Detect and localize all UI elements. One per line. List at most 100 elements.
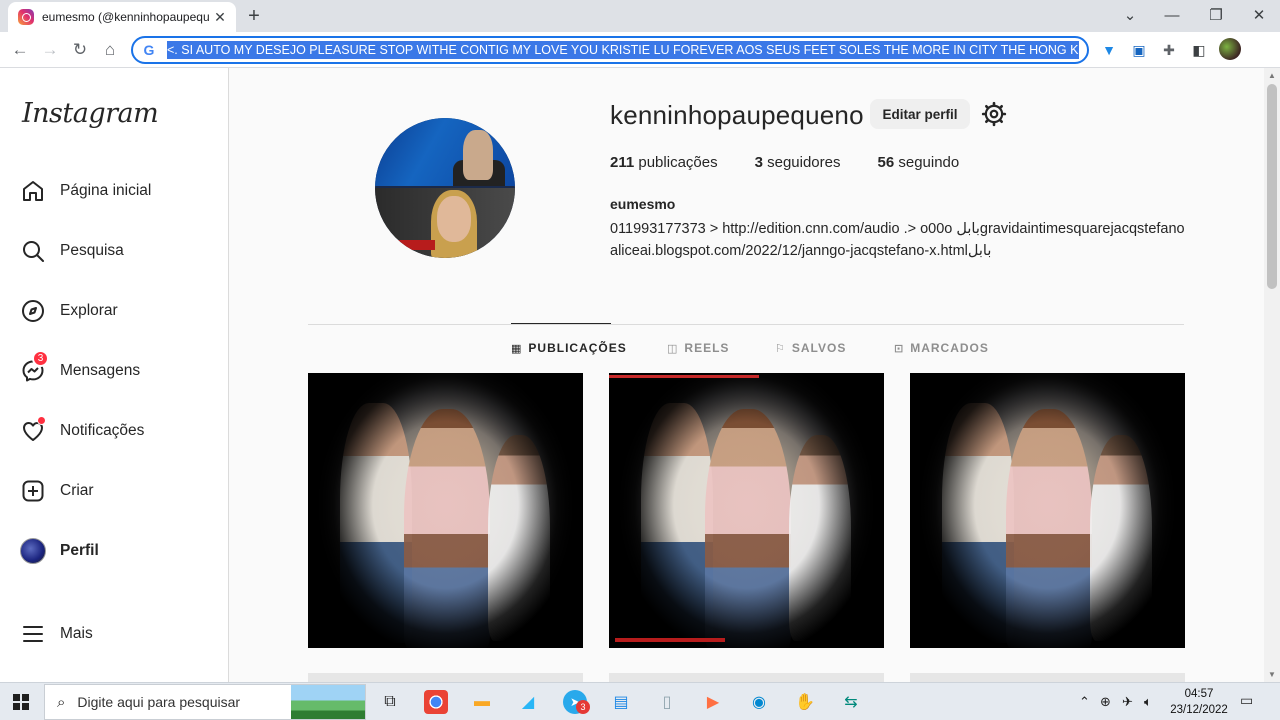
sidebar-item-label: Explorar — [60, 302, 118, 319]
plus-square-icon — [20, 478, 46, 504]
post-thumbnail[interactable] — [609, 673, 884, 682]
taskbar-clock[interactable]: 04:57 23/12/2022 — [1170, 686, 1228, 718]
tab-title: eumesmo (@kenninhopaupeque — [42, 10, 210, 24]
windows-start-icon[interactable] — [13, 694, 29, 710]
search-highlight-image — [291, 685, 365, 719]
sidebar-item-search[interactable]: Pesquisa — [20, 236, 124, 266]
puzzle-extensions-icon[interactable]: ✚ — [1159, 40, 1179, 60]
taskbar-search[interactable]: ⌕ Digite aqui para pesquisar — [44, 684, 366, 720]
sidebar-item-profile[interactable]: Perfil — [20, 536, 99, 566]
post-thumbnail[interactable] — [308, 673, 583, 682]
side-panel-icon[interactable]: ◧ — [1189, 40, 1209, 60]
search-icon — [20, 238, 46, 264]
file-explorer-icon[interactable]: ▬ — [470, 690, 494, 714]
tab-tagged[interactable]: ⊡ MARCADOS — [894, 341, 989, 355]
post-thumbnail[interactable] — [910, 373, 1185, 648]
profile-picture[interactable] — [375, 118, 515, 258]
sidebar: Instagram Página inicial Pesquisa Explor… — [0, 68, 229, 682]
volume-tray-icon[interactable]: 🔈︎ — [1144, 694, 1152, 710]
instagram-page: Instagram Página inicial Pesquisa Explor… — [0, 68, 1264, 682]
close-window-icon[interactable]: ✕ — [1237, 0, 1280, 30]
google-icon: G — [143, 42, 155, 58]
sidebar-item-create[interactable]: Criar — [20, 476, 94, 506]
transfer-app-icon[interactable]: ⇆ — [839, 690, 863, 714]
forward-icon[interactable]: → — [38, 38, 62, 62]
sidebar-item-notifications[interactable]: Notificações — [20, 416, 144, 446]
reload-icon[interactable]: ↻ — [68, 38, 92, 62]
tray-chevron-icon[interactable]: ⌃ — [1079, 694, 1090, 710]
post-thumbnail[interactable] — [609, 373, 884, 648]
search-icon: ⌕ — [57, 693, 66, 711]
heart-icon — [20, 416, 46, 444]
profile-main: kenninhopaupequeno Editar perfil 211 pub… — [229, 68, 1264, 682]
tagged-icon: ⊡ — [894, 342, 905, 355]
sidebar-item-more[interactable]: Mais — [20, 619, 93, 649]
minimize-icon[interactable]: — — [1150, 0, 1194, 30]
media-player-icon[interactable]: ▶ — [701, 690, 725, 714]
tab-posts[interactable]: ▦ PUBLICAÇÕES — [511, 341, 627, 355]
sidebar-item-messages[interactable]: 3 Mensagens — [20, 350, 141, 386]
tab-saved[interactable]: ⚐ SALVOS — [775, 341, 846, 355]
window-app-icon[interactable]: ▤ — [609, 690, 633, 714]
grid-icon: ▦ — [511, 342, 523, 355]
document-icon[interactable]: ▯ — [655, 690, 679, 714]
sidebar-item-label: Notificações — [60, 422, 145, 439]
tab-reels[interactable]: ◫ REELS — [667, 341, 729, 355]
scroll-up-icon[interactable]: ▲ — [1264, 68, 1280, 82]
sidebar-item-home[interactable]: Página inicial — [20, 176, 151, 206]
avatar — [20, 538, 46, 564]
post-thumbnail[interactable] — [308, 373, 583, 648]
browser-toolbar: ← → ↻ ⌂ G <. SI AUTO MY DESEJO PLEASURE … — [0, 32, 1280, 68]
sidebar-item-label: Página inicial — [60, 182, 152, 199]
trash-extension-icon[interactable]: ▼ — [1099, 40, 1119, 60]
sidebar-item-label: Mensagens — [60, 362, 141, 379]
edit-profile-button[interactable]: Editar perfil — [870, 99, 970, 129]
security-tray-icon[interactable]: ⊕ — [1100, 694, 1111, 710]
taskbar-search-placeholder: Digite aqui para pesquisar — [77, 694, 241, 710]
followers-stat[interactable]: 3 seguidores — [755, 154, 841, 171]
profile-bio[interactable]: 011993177373 > http://edition.cnn.com/au… — [610, 218, 1185, 262]
instagram-logo[interactable]: Instagram — [22, 98, 159, 129]
home-icon — [20, 178, 46, 204]
profile-username: kenninhopaupequeno — [610, 100, 864, 130]
telegram-badge: 3 — [576, 700, 590, 714]
scroll-down-icon[interactable]: ▼ — [1264, 667, 1280, 681]
browser-profile-avatar[interactable] — [1219, 38, 1241, 60]
tab-search-chevron-icon[interactable]: ⌄ — [1108, 0, 1152, 30]
compass-icon — [20, 298, 46, 324]
sidebar-item-label: Mais — [60, 625, 93, 642]
task-view-icon[interactable]: ⧉ — [378, 690, 402, 714]
screenshot-extension-icon[interactable]: ▣ — [1129, 40, 1149, 60]
active-tab-indicator — [511, 323, 611, 324]
messages-badge: 3 — [32, 350, 49, 367]
close-tab-icon[interactable]: ✕ — [212, 9, 228, 26]
settings-gear-icon[interactable] — [981, 101, 1007, 127]
profile-full-name: eumesmo — [610, 196, 676, 212]
bookmark-icon: ⚐ — [775, 342, 786, 355]
browser-tab[interactable]: eumesmo (@kenninhopaupeque ✕ — [8, 2, 236, 32]
scrollbar-thumb[interactable] — [1267, 84, 1277, 289]
messenger-icon: 3 — [20, 350, 49, 384]
posts-stat: 211 publicações — [610, 154, 718, 171]
sidebar-item-explore[interactable]: Explorar — [20, 296, 118, 326]
new-tab-button[interactable]: + — [244, 6, 264, 26]
profile-stats: 211 publicações 3 seguidores 56 seguindo — [610, 154, 996, 171]
address-text[interactable]: <. SI AUTO MY DESEJO PLEASURE STOP WITHE… — [167, 41, 1079, 59]
notification-center-icon[interactable]: ▭ — [1240, 692, 1260, 712]
home-browser-icon[interactable]: ⌂ — [98, 38, 122, 62]
back-icon[interactable]: ← — [8, 38, 32, 62]
windows-taskbar: ⌕ Digite aqui para pesquisar ⧉ ▬ ◢ ➤ ▤ ▯… — [0, 682, 1280, 720]
edge-icon[interactable]: ◉ — [747, 690, 771, 714]
sidebar-item-label: Perfil — [60, 542, 99, 559]
address-bar[interactable]: G <. SI AUTO MY DESEJO PLEASURE STOP WIT… — [131, 36, 1089, 64]
network-tray-icon[interactable]: ✈ — [1122, 694, 1133, 710]
browser-tab-strip: eumesmo (@kenninhopaupeque ✕ + ⌄ — ❐ ✕ — [0, 0, 1280, 32]
game-app-icon[interactable]: ✋ — [793, 690, 817, 714]
menu-icon — [20, 621, 46, 647]
following-stat[interactable]: 56 seguindo — [878, 154, 960, 171]
app-icon[interactable]: ◢ — [516, 690, 540, 714]
chrome-icon[interactable] — [424, 690, 448, 714]
restore-icon[interactable]: ❐ — [1194, 0, 1238, 30]
reels-icon: ◫ — [667, 342, 679, 355]
post-thumbnail[interactable] — [910, 673, 1185, 682]
